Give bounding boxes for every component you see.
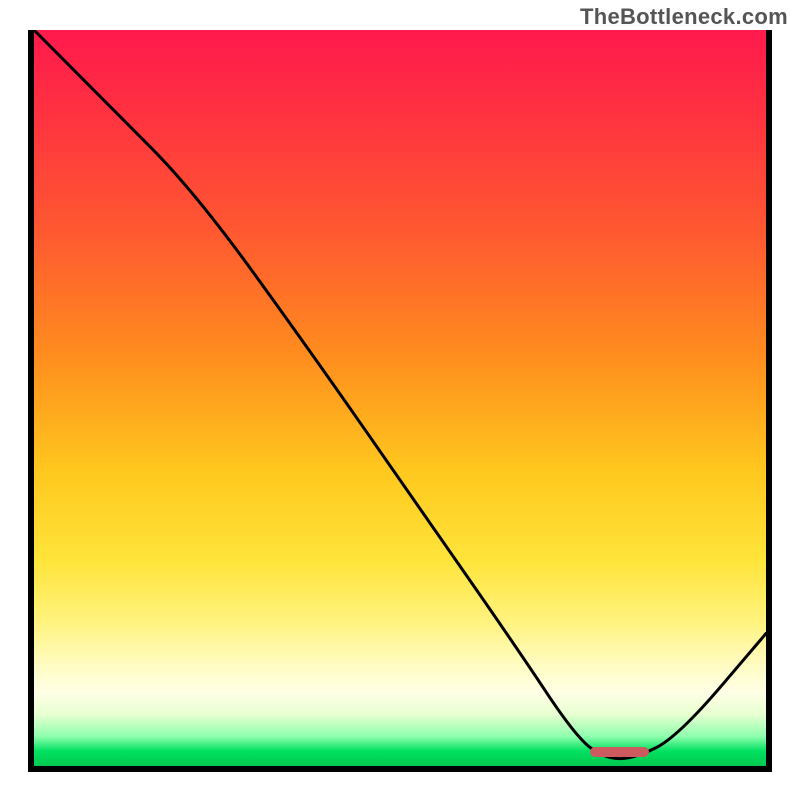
bottleneck-curve	[34, 30, 766, 766]
optimal-range-marker	[590, 747, 649, 757]
plot-frame	[28, 30, 772, 772]
chart-container: TheBottleneck.com	[0, 0, 800, 800]
watermark-text: TheBottleneck.com	[580, 4, 788, 30]
